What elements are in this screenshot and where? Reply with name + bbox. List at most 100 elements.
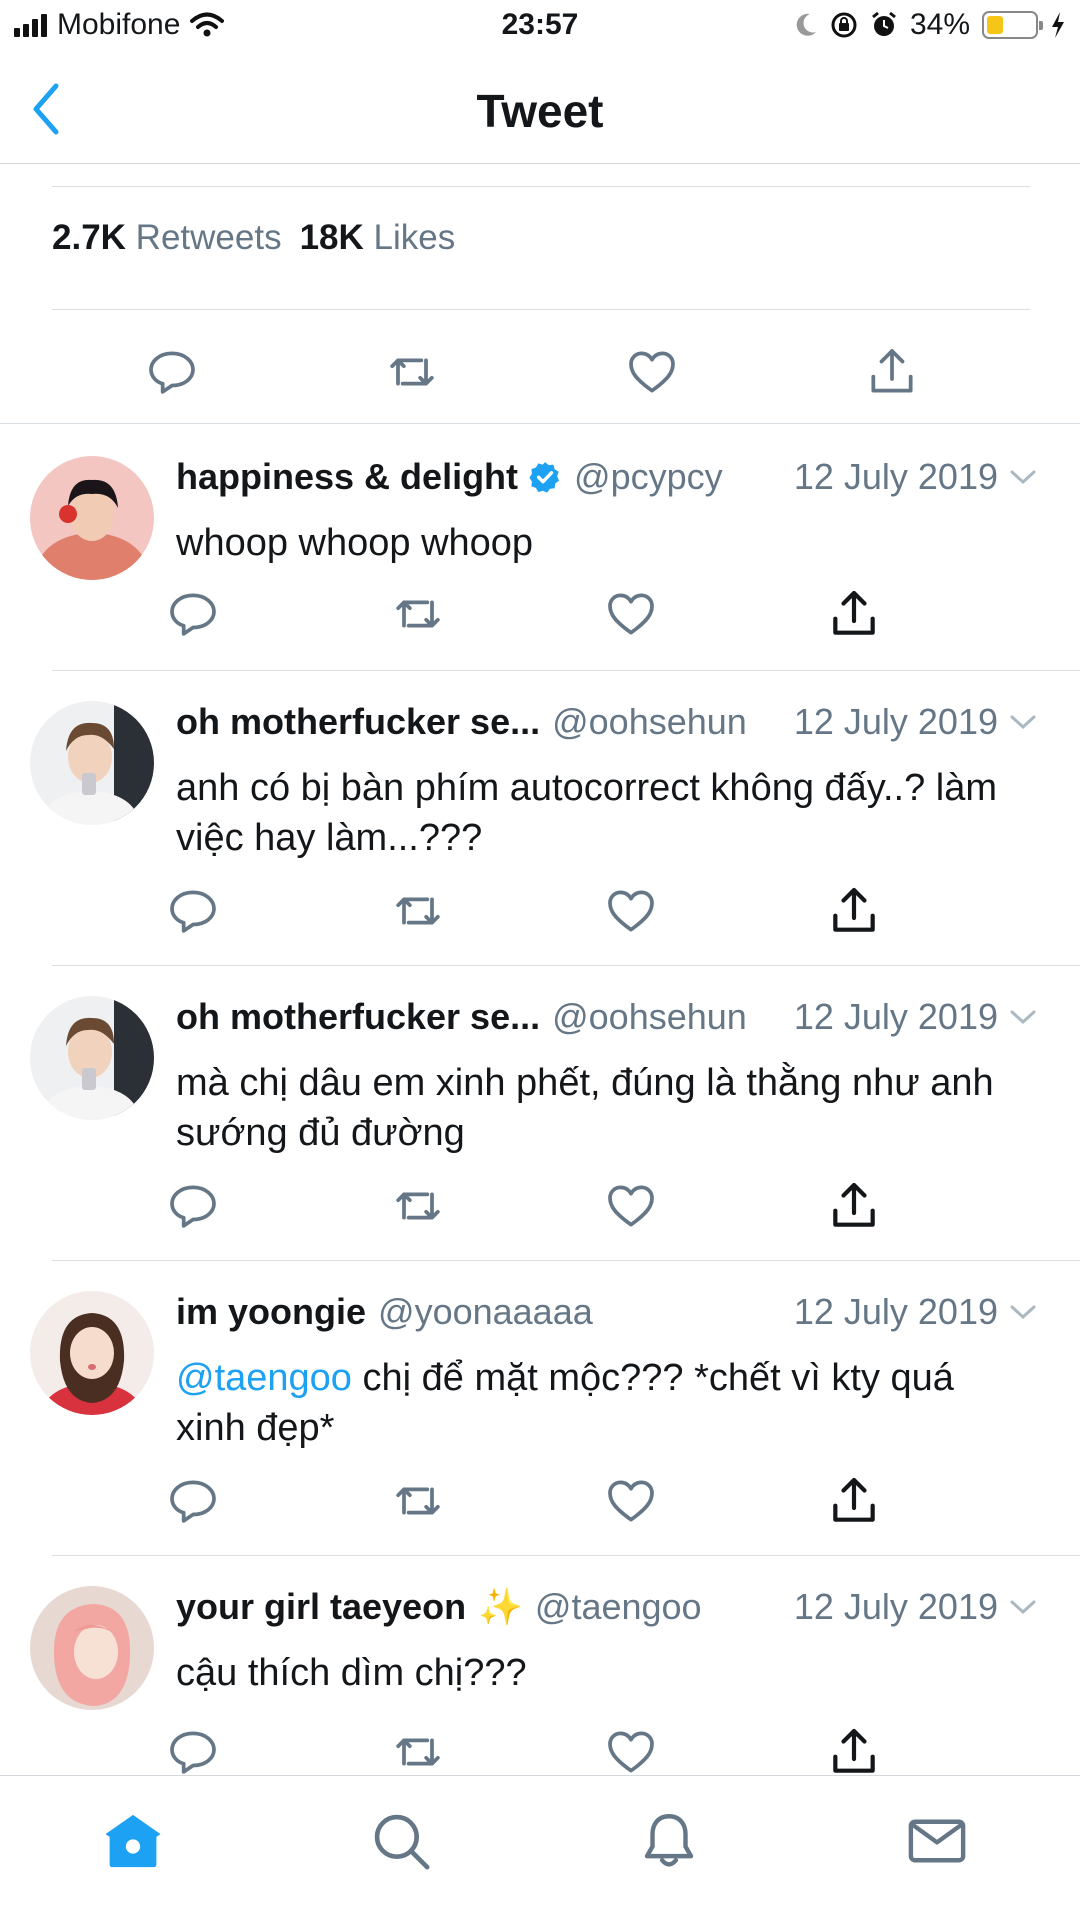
avatar[interactable]: [30, 701, 154, 825]
chevron-down-icon[interactable]: [1008, 1302, 1038, 1322]
heart-icon: [608, 593, 654, 635]
avatar-image: [30, 996, 154, 1120]
battery-fill: [987, 16, 1003, 34]
user-handle: @yoonaaaaa: [378, 1291, 593, 1332]
like-button[interactable]: [624, 344, 680, 400]
avatar[interactable]: [30, 996, 154, 1120]
share-icon: [833, 887, 875, 932]
reply-icon: [170, 1731, 216, 1774]
retweets-count: 2.7K: [52, 218, 126, 257]
reply-icon: [170, 1185, 216, 1228]
chevron-down-icon[interactable]: [1008, 1597, 1038, 1617]
status-right: 34%: [794, 8, 1066, 42]
reply-item[interactable]: happiness & delight @pcypcy 12 July 2019…: [0, 424, 1080, 670]
page-title: Tweet: [476, 85, 604, 137]
moon-icon: [796, 13, 816, 36]
display-name[interactable]: your girl taeyeon: [176, 1586, 466, 1628]
retweet-button[interactable]: [390, 1473, 446, 1529]
avatar[interactable]: [30, 1291, 154, 1415]
reply-actions: [0, 1473, 1080, 1529]
alarm-icon: [872, 11, 896, 36]
reply-item[interactable]: your girl taeyeon ✨ @taengoo 12 July 201…: [0, 1556, 1080, 1775]
reply-actions: [0, 883, 1080, 939]
reply-button[interactable]: [165, 586, 221, 642]
mention-link[interactable]: @taengoo: [176, 1357, 352, 1399]
date-text: 12 July 2019: [793, 701, 998, 742]
reply-text: @taengoo chị để mặt mộc??? *chết vì kty …: [176, 1353, 1020, 1453]
charging-bolt-icon: [1052, 12, 1064, 38]
avatar-image: [30, 1586, 154, 1710]
reply-icon: [149, 351, 195, 394]
heart-icon: [629, 351, 675, 393]
sparkles-emoji: ✨: [478, 1586, 523, 1627]
avatar-image: [30, 456, 154, 580]
heart-icon: [608, 1480, 654, 1522]
reply-date: 12 July 2019: [794, 996, 1038, 1038]
retweet-button[interactable]: [390, 1724, 446, 1775]
user-handle: @oohsehun: [552, 996, 747, 1037]
search-icon: [374, 1814, 430, 1870]
reply-button[interactable]: [165, 1724, 221, 1775]
retweet-button[interactable]: [384, 344, 440, 400]
like-button[interactable]: [603, 1178, 659, 1234]
chevron-down-icon[interactable]: [1008, 467, 1038, 487]
retweet-icon: [396, 1487, 440, 1515]
share-button[interactable]: [826, 586, 882, 642]
date-text: 12 July 2019: [793, 996, 998, 1037]
like-button[interactable]: [603, 586, 659, 642]
avatar[interactable]: [30, 1586, 154, 1710]
reply-date: 12 July 2019: [794, 456, 1038, 498]
display-name[interactable]: happiness & delight: [176, 456, 518, 498]
reply-button[interactable]: [165, 1473, 221, 1529]
reply-item[interactable]: oh motherfucker se... @oohsehun 12 July …: [0, 966, 1080, 1260]
reply-text: anh có bị bàn phím autocorrect không đấy…: [176, 763, 1020, 863]
retweet-icon: [396, 1192, 440, 1220]
battery-icon: [982, 11, 1043, 39]
tab-messages[interactable]: [904, 1808, 970, 1874]
likes-stat[interactable]: 18K Likes: [300, 218, 456, 258]
divider: [52, 186, 1030, 187]
heart-icon: [608, 1731, 654, 1773]
like-button[interactable]: [603, 1724, 659, 1775]
retweets-stat[interactable]: 2.7K Retweets: [52, 218, 282, 258]
reply-item[interactable]: oh motherfucker se... @oohsehun 12 July …: [0, 671, 1080, 965]
share-button[interactable]: [826, 1724, 882, 1775]
share-button[interactable]: [826, 883, 882, 939]
heart-icon: [608, 1185, 654, 1227]
chevron-down-icon[interactable]: [1008, 712, 1038, 732]
divider: [52, 309, 1030, 310]
tab-search[interactable]: [368, 1808, 434, 1874]
reply-item[interactable]: im yoongie @yoonaaaaa 12 July 2019 @taen…: [0, 1261, 1080, 1555]
like-button[interactable]: [603, 883, 659, 939]
avatar[interactable]: [30, 456, 154, 580]
like-button[interactable]: [603, 1473, 659, 1529]
retweet-icon: [390, 358, 434, 386]
share-button[interactable]: [826, 1178, 882, 1234]
retweet-button[interactable]: [390, 883, 446, 939]
share-button[interactable]: [826, 1473, 882, 1529]
reply-button[interactable]: [165, 883, 221, 939]
messages-icon: [908, 1819, 966, 1863]
display-name[interactable]: im yoongie: [176, 1291, 366, 1333]
display-name[interactable]: oh motherfucker se...: [176, 996, 540, 1038]
chevron-down-icon[interactable]: [1008, 1007, 1038, 1027]
retweet-button[interactable]: [390, 1178, 446, 1234]
share-button[interactable]: [864, 344, 920, 400]
tweet-actions: [0, 338, 1080, 410]
reply-button[interactable]: [165, 1178, 221, 1234]
reply-icon: [170, 890, 216, 933]
avatar-image: [30, 1291, 154, 1415]
retweet-icon: [396, 600, 440, 628]
share-icon: [833, 590, 875, 635]
rotation-lock-icon: [831, 12, 857, 38]
display-name[interactable]: oh motherfucker se...: [176, 701, 540, 743]
tab-notifications[interactable]: [636, 1808, 702, 1874]
user-handle: @pcypcy: [574, 456, 723, 497]
reply-button[interactable]: [144, 344, 200, 400]
retweet-button[interactable]: [390, 586, 446, 642]
retweet-icon: [396, 897, 440, 925]
reply-date: 12 July 2019: [794, 701, 1038, 743]
reply-actions: [0, 1724, 1080, 1775]
verified-badge-icon: [529, 462, 560, 493]
tab-home[interactable]: [100, 1808, 166, 1874]
